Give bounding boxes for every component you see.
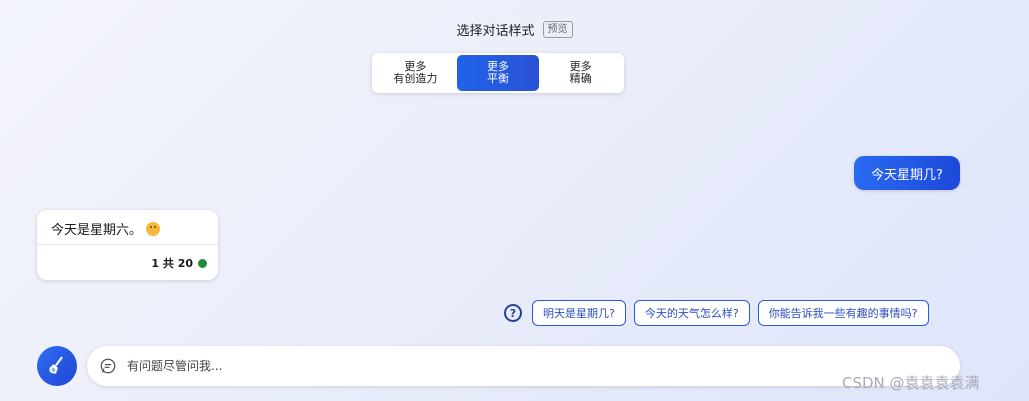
chat-input-bar	[87, 346, 960, 386]
style-option-line2: 平衡	[487, 72, 509, 85]
broom-icon	[49, 356, 63, 374]
style-option-line2: 有创造力	[393, 72, 438, 85]
bot-message-footer: 1 共 20	[151, 255, 207, 271]
style-option-line2: 精确	[569, 72, 592, 85]
bot-message: 今天是星期六。 1 共 20	[37, 210, 218, 280]
chat-input[interactable]	[125, 358, 909, 374]
new-topic-button[interactable]	[37, 346, 77, 386]
suggestion-chip[interactable]: 你能告诉我一些有趣的事情吗?	[757, 300, 929, 326]
style-option-creative[interactable]: 更多 有创造力	[374, 55, 457, 91]
style-option-balanced[interactable]: 更多 平衡	[456, 55, 540, 91]
conversation-style-switch: 更多 有创造力 更多 平衡 更多 精确	[372, 53, 624, 93]
suggestion-chip[interactable]: 明天是星期几?	[532, 300, 626, 326]
status-dot-icon	[198, 258, 207, 268]
suggestions-row: ? 明天是星期几? 今天的天气怎么样? 你能告诉我一些有趣的事情吗?	[504, 300, 929, 326]
header: 选择对话样式 预览	[0, 20, 1029, 39]
message-count: 1 共 20	[151, 257, 193, 270]
bot-message-text: 今天是星期六。	[51, 223, 143, 238]
bot-message-content: 今天是星期六。	[51, 219, 161, 238]
user-message: 今天星期几?	[854, 156, 960, 190]
watermark: CSDN @袁袁袁袁满	[842, 374, 980, 392]
smile-emoji-icon	[146, 221, 161, 236]
preview-badge: 预览	[542, 21, 573, 38]
style-option-precise[interactable]: 更多 精确	[539, 55, 622, 91]
chat-bubble-icon	[100, 358, 116, 374]
help-icon[interactable]: ?	[504, 304, 522, 322]
page-title: 选择对话样式	[456, 24, 535, 39]
suggestion-chip[interactable]: 今天的天气怎么样?	[633, 300, 750, 326]
divider	[37, 244, 218, 245]
